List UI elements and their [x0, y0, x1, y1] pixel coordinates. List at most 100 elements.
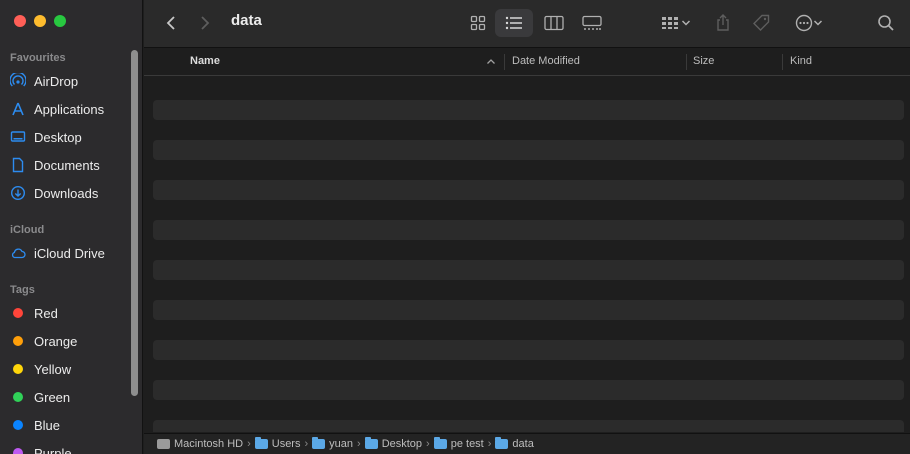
column-date-modified-header[interactable]: Date Modified	[512, 55, 580, 67]
toolbar: data	[144, 0, 910, 48]
path-crumb-macintosh-hd[interactable]: Macintosh HD	[157, 438, 243, 450]
path-separator-icon: ›	[426, 438, 430, 450]
minimize-window-button[interactable]	[34, 15, 46, 27]
folder-icon	[364, 437, 378, 449]
sidebar-scrollbar[interactable]	[131, 50, 138, 396]
window-title: data	[231, 12, 262, 29]
file-list[interactable]	[144, 77, 910, 432]
zoom-window-button[interactable]	[54, 15, 66, 27]
sort-ascending-icon	[487, 59, 495, 64]
columns-icon	[544, 15, 564, 31]
document-icon	[10, 157, 26, 173]
path-crumb-pe-test[interactable]: pe test	[433, 437, 484, 450]
tags-button[interactable]	[748, 9, 774, 37]
column-view-button[interactable]	[540, 9, 568, 37]
list-row-stripe	[153, 340, 904, 360]
download-icon	[10, 185, 26, 201]
sidebar-tag-green[interactable]: Green	[10, 386, 135, 408]
folder-icon	[495, 437, 509, 449]
icon-view-button[interactable]	[464, 9, 492, 37]
desktop-icon	[10, 129, 26, 145]
path-separator-icon: ›	[304, 438, 309, 450]
list-view-button[interactable]	[495, 9, 533, 37]
icloud-section-label: iCloud	[10, 224, 45, 236]
sidebar-item-label: Orange	[34, 333, 78, 349]
sidebar-item-label: Desktop	[34, 129, 82, 145]
sidebar-tag-yellow[interactable]: Yellow	[10, 358, 135, 380]
path-crumb-label: Macintosh HD	[174, 438, 244, 450]
tag-icon	[753, 14, 770, 31]
chevron-down-icon	[813, 20, 823, 26]
favourites-section-label: Favourites	[10, 52, 66, 64]
chevron-left-icon	[166, 16, 175, 30]
column-divider[interactable]	[782, 54, 783, 70]
path-separator-icon: ›	[357, 438, 361, 450]
path-crumb-desktop[interactable]: Desktop	[364, 437, 422, 450]
folder-icon	[433, 437, 447, 449]
share-button[interactable]	[711, 9, 735, 37]
sidebar-item-airdrop[interactable]: AirDrop	[10, 70, 135, 92]
group-by-button[interactable]	[656, 9, 696, 37]
column-header: Name Date Modified Size Kind	[144, 49, 910, 76]
path-crumb-yuan[interactable]: yuan	[312, 437, 354, 450]
gallery-icon	[582, 15, 602, 30]
sidebar-item-label: iCloud Drive	[34, 245, 105, 261]
list-row-stripe	[153, 100, 904, 120]
path-crumb-label: Users	[271, 438, 301, 450]
sidebar-item-desktop[interactable]: Desktop	[10, 126, 135, 148]
sidebar-item-label: Purple	[34, 445, 72, 454]
ellipsis-circle-icon	[795, 14, 813, 32]
gallery-view-button[interactable]	[578, 9, 606, 37]
column-divider[interactable]	[504, 54, 505, 70]
search-button[interactable]	[874, 9, 898, 37]
sidebar-item-label: Yellow	[34, 361, 72, 377]
list-row-stripe	[153, 180, 904, 200]
column-kind-header[interactable]: Kind	[790, 55, 812, 67]
list-row-stripe	[153, 380, 904, 400]
sidebar-tag-blue[interactable]: Blue	[10, 414, 135, 436]
sidebar-item-applications[interactable]: Applications	[10, 98, 135, 120]
purple-tag-dot-icon	[13, 448, 23, 454]
sidebar-tag-purple[interactable]: Purple	[10, 442, 135, 454]
sidebar-item-label: Red	[34, 305, 58, 321]
sidebar-item-documents[interactable]: Documents	[10, 154, 135, 176]
blue-tag-dot-icon	[13, 420, 23, 430]
list-row-stripe	[153, 420, 904, 432]
search-icon	[878, 15, 894, 31]
column-divider[interactable]	[686, 54, 687, 70]
forward-button[interactable]	[194, 9, 216, 37]
path-crumb-users[interactable]: Users	[254, 437, 301, 450]
path-separator-icon: ›	[247, 438, 251, 450]
list-row-stripe	[153, 300, 904, 320]
sidebar-tag-orange[interactable]: Orange	[10, 330, 135, 352]
sidebar-item-label: Downloads	[34, 185, 99, 201]
path-crumb-label: pe test	[450, 438, 484, 450]
more-actions-button[interactable]	[789, 9, 829, 37]
yellow-tag-dot-icon	[13, 364, 23, 374]
sidebar-item-label: Green	[34, 389, 71, 405]
close-window-button[interactable]	[14, 15, 26, 27]
window-controls	[14, 15, 66, 27]
sidebar-item-icloud-drive[interactable]: iCloud Drive	[10, 242, 135, 264]
sidebar: Favourites AirDrop Applications Desktop …	[0, 0, 143, 454]
folder-icon	[254, 437, 268, 449]
column-name-header[interactable]: Name	[190, 55, 220, 67]
list-row-stripe	[153, 220, 904, 240]
column-size-header[interactable]: Size	[693, 55, 714, 67]
path-bar: Macintosh HD › Users › yuan › Desktop › …	[144, 433, 910, 454]
path-crumb-label: yuan	[329, 438, 354, 450]
airdrop-icon	[10, 73, 26, 89]
list-icon	[505, 16, 522, 30]
sidebar-item-downloads[interactable]: Downloads	[10, 182, 135, 204]
share-icon	[717, 14, 729, 31]
path-crumb-label: data	[512, 438, 534, 450]
orange-tag-dot-icon	[13, 336, 23, 346]
sidebar-tag-red[interactable]: Red	[10, 302, 135, 324]
sidebar-item-label: Blue	[34, 417, 61, 433]
back-button[interactable]	[160, 9, 182, 37]
path-crumb-data[interactable]: data	[495, 437, 534, 450]
applications-icon	[10, 101, 26, 117]
chevron-down-icon	[681, 20, 691, 26]
sidebar-item-label: Documents	[34, 157, 100, 173]
folder-icon	[312, 437, 326, 449]
